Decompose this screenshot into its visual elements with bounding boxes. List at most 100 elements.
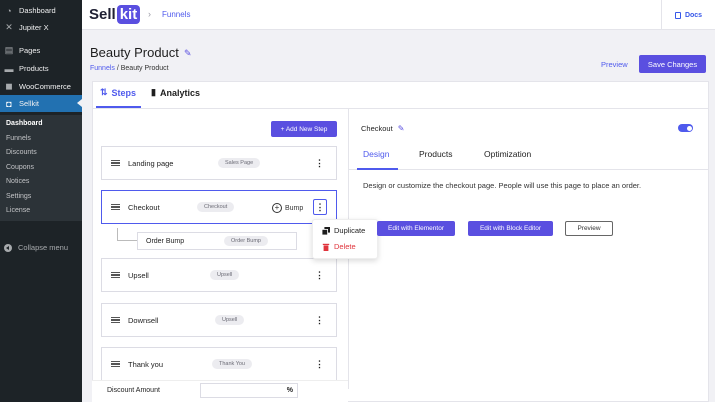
jupiter-icon: ✕	[5, 22, 13, 32]
step-card-downsell[interactable]: Downsell Upsell ⋮	[101, 303, 337, 337]
step-type-badge: Sales Page	[218, 158, 261, 168]
tab-optimization[interactable]: Optimization	[484, 149, 531, 159]
duplicate-label: Duplicate	[334, 226, 366, 235]
bump-label: Bump	[285, 204, 304, 212]
step-card-thank-you[interactable]: Thank you Thank You ⋮	[101, 347, 337, 381]
bump-connector	[117, 228, 137, 241]
step-name: Landing page	[128, 158, 174, 168]
edit-step-icon[interactable]: ✎	[398, 124, 405, 133]
selected-step-name: Checkout	[361, 124, 393, 133]
tab-steps[interactable]: ⇅ Steps	[100, 87, 136, 98]
wp-submenu-settings[interactable]: Settings	[6, 193, 31, 200]
add-bump-button[interactable]: + Bump	[272, 203, 303, 213]
wp-menu-woocommerce[interactable]: ◼ WooCommerce	[0, 78, 82, 95]
selected-step-title: Checkout ✎	[361, 124, 404, 133]
more-options-icon[interactable]: ⋮	[315, 359, 324, 370]
topbar-breadcrumb-funnels[interactable]: Funnels	[162, 10, 190, 19]
app-topbar: Sell kit › Funnels Docs	[82, 0, 715, 30]
wp-menu-label: Pages	[19, 46, 41, 55]
collapse-icon	[4, 243, 12, 252]
wp-menu-pages[interactable]: ▤ Pages	[0, 42, 82, 59]
step-type-badge: Upsell	[215, 315, 245, 325]
drag-handle-icon[interactable]	[111, 158, 120, 168]
wp-submenu-funnels[interactable]: Funnels	[6, 135, 31, 142]
dashboard-icon: ◔	[6, 5, 12, 16]
step-name: Downsell	[128, 315, 159, 325]
breadcrumb-funnels-link[interactable]: Funnels	[90, 65, 115, 72]
step-options-menu: Duplicate Delete	[312, 219, 378, 259]
breadcrumb: Funnels / Beauty Product	[90, 65, 169, 72]
save-changes-button[interactable]: Save Changes	[639, 55, 706, 73]
page-title: Beauty Product	[90, 45, 179, 60]
plus-circle-icon: +	[272, 203, 282, 213]
pages-icon: ▤	[4, 45, 14, 55]
wp-admin-sidebar: ◔ Dashboard ✕ Jupiter X ▤ Pages ▬ Produc…	[0, 0, 82, 402]
order-bump-card[interactable]: Order Bump Order Bump	[137, 232, 297, 250]
wp-submenu: Dashboard Funnels Discounts Coupons Noti…	[0, 115, 82, 221]
tab-analytics[interactable]: ▮ Analytics	[151, 87, 200, 98]
wp-menu-jupiter-x[interactable]: ✕ Jupiter X	[0, 19, 82, 36]
docs-button[interactable]: Docs	[661, 0, 715, 30]
add-new-step-button[interactable]: + Add New Step	[271, 121, 337, 137]
wp-menu-products[interactable]: ▬ Products	[0, 60, 82, 77]
step-name: Checkout	[128, 202, 160, 212]
step-enabled-toggle[interactable]	[678, 124, 693, 132]
logo-badge: kit	[116, 5, 141, 24]
woocommerce-icon: ◼	[5, 81, 13, 91]
edit-with-block-editor-button[interactable]: Edit with Block Editor	[468, 221, 553, 236]
wp-menu-label: Jupiter X	[19, 23, 49, 32]
collapse-menu-button[interactable]: Collapse menu	[4, 243, 68, 252]
step-name: Thank you	[128, 359, 164, 369]
breadcrumb-current: / Beauty Product	[116, 65, 169, 72]
steps-icon: ⇅	[100, 87, 108, 97]
step-type-badge: Order Bump	[224, 236, 268, 246]
preview-button[interactable]: Preview	[601, 60, 628, 69]
more-options-icon[interactable]: ⋮	[315, 270, 324, 281]
collapse-label: Collapse menu	[18, 243, 69, 252]
wp-menu-sellkit[interactable]: ◘ Sellkit	[0, 95, 82, 112]
step-preview-button[interactable]: Preview	[565, 221, 613, 236]
tab-steps-label: Steps	[111, 87, 137, 98]
step-card-upsell[interactable]: Upsell Upsell ⋮	[101, 258, 337, 292]
step-type-badge: Thank You	[212, 359, 252, 369]
docs-label: Docs	[684, 11, 703, 19]
edit-title-icon[interactable]: ✎	[184, 48, 192, 59]
wp-submenu-license[interactable]: License	[6, 207, 30, 214]
duplicate-menu-item[interactable]: Duplicate	[322, 226, 365, 235]
chevron-right-icon: ›	[148, 9, 151, 19]
drag-handle-icon[interactable]	[111, 315, 120, 325]
wp-submenu-discounts[interactable]: Discounts	[6, 149, 37, 156]
trash-icon	[322, 243, 330, 251]
wp-submenu-coupons[interactable]: Coupons	[6, 164, 34, 171]
discount-label: Discount Amount	[107, 387, 160, 394]
wp-submenu-dashboard[interactable]: Dashboard	[6, 120, 43, 127]
step-name: Order Bump	[146, 237, 185, 245]
wp-menu-label: WooCommerce	[19, 82, 71, 91]
copy-icon	[322, 226, 330, 235]
drag-handle-icon[interactable]	[111, 202, 120, 212]
drag-handle-icon[interactable]	[111, 270, 120, 280]
wp-submenu-notices[interactable]: Notices	[6, 178, 29, 185]
wp-menu-dashboard[interactable]: ◔ Dashboard	[0, 2, 82, 19]
step-type-badge: Checkout	[197, 202, 235, 212]
step-card-landing-page[interactable]: Landing page Sales Page ⋮	[101, 146, 337, 180]
step-type-badge: Upsell	[210, 270, 240, 280]
sellkit-logo[interactable]: Sell kit	[89, 5, 141, 24]
sellkit-icon: ◘	[6, 98, 12, 109]
more-options-icon[interactable]: ⋮	[315, 315, 324, 326]
settings-tabs-divider	[349, 169, 709, 170]
percent-unit: %	[286, 387, 293, 394]
more-options-icon[interactable]: ⋮	[313, 199, 327, 215]
delete-menu-item[interactable]: Delete	[322, 242, 356, 251]
tab-design[interactable]: Design	[363, 149, 389, 159]
edit-with-elementor-button[interactable]: Edit with Elementor	[377, 221, 455, 236]
tab-analytics-label: Analytics	[159, 87, 200, 98]
tab-products[interactable]: Products	[419, 149, 453, 159]
book-icon	[674, 11, 681, 19]
discount-amount-input[interactable]: %	[200, 383, 298, 398]
step-name: Upsell	[128, 270, 149, 280]
drag-handle-icon[interactable]	[111, 359, 120, 369]
discount-row: Discount Amount %	[92, 380, 348, 402]
delete-label: Delete	[334, 242, 356, 251]
more-options-icon[interactable]: ⋮	[315, 158, 324, 169]
